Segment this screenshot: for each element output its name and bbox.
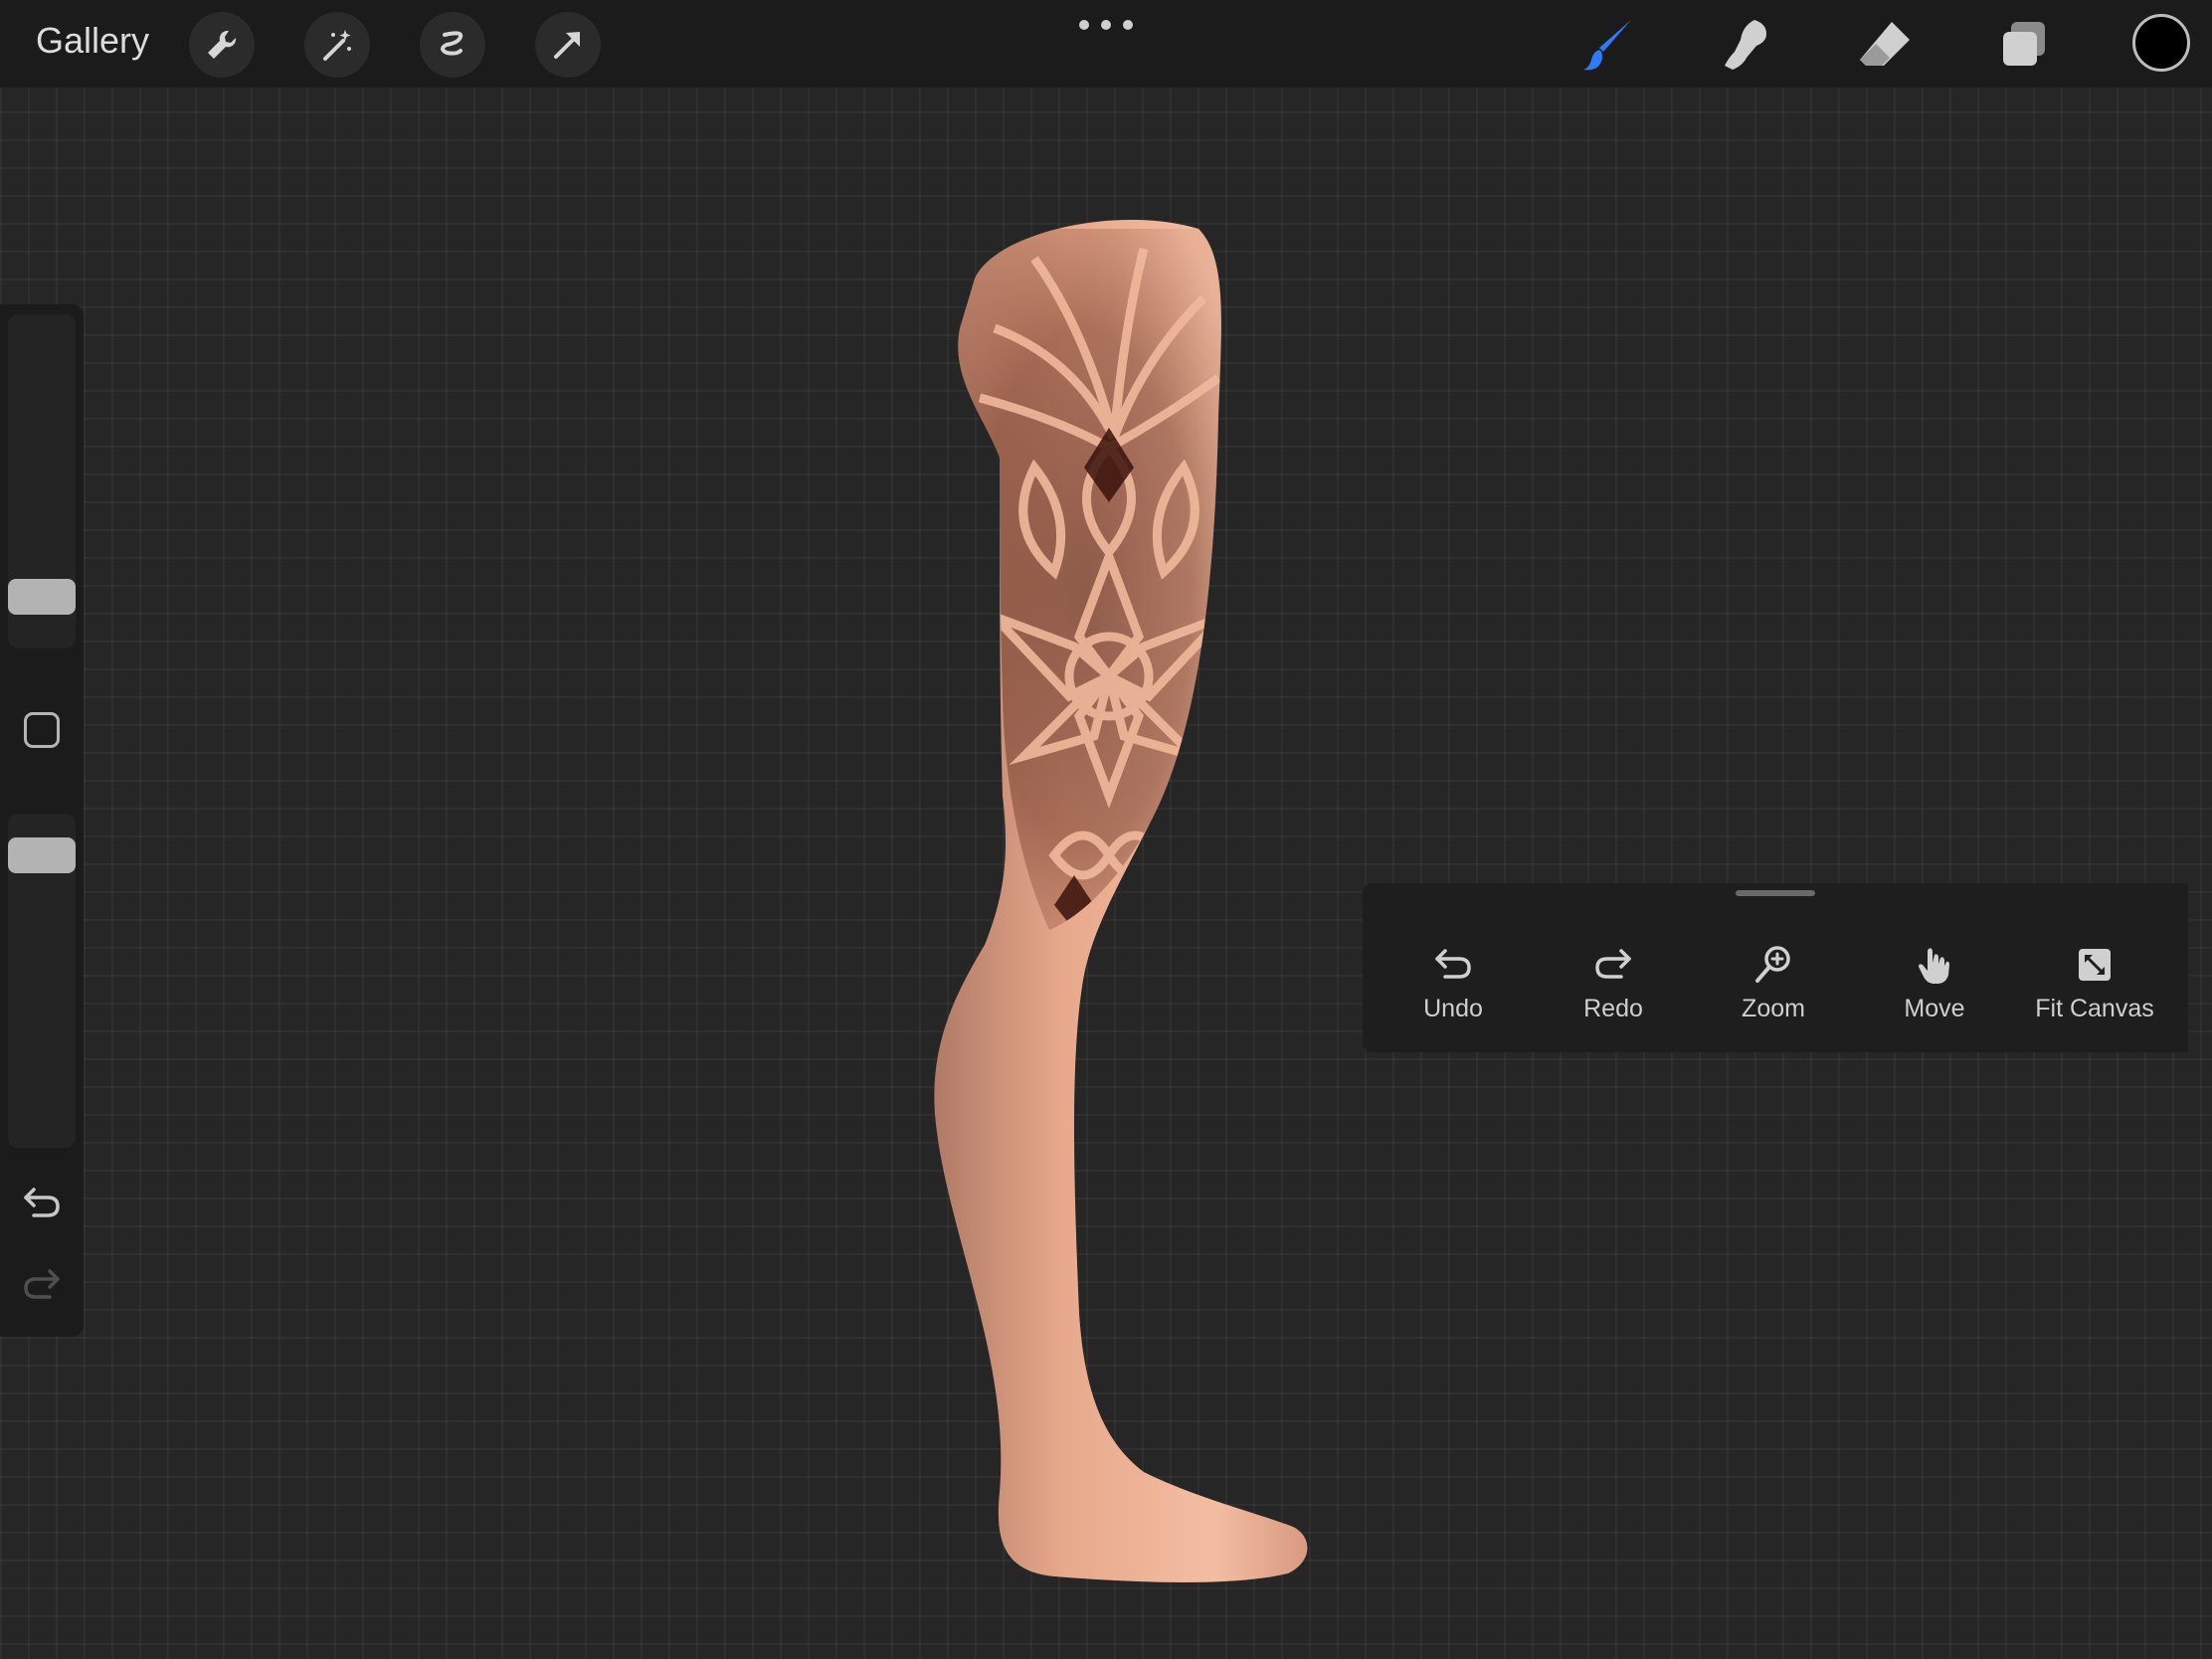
brush-size-slider[interactable] — [8, 314, 76, 648]
brush-tool-button[interactable] — [1577, 14, 1639, 76]
brush-size-thumb[interactable] — [8, 579, 76, 615]
fit-canvas-label: Fit Canvas — [2035, 995, 2154, 1022]
gallery-button[interactable]: Gallery — [36, 20, 149, 62]
adjustments-button[interactable] — [304, 12, 370, 78]
panel-grabber[interactable] — [1736, 890, 1815, 896]
canvas-artwork[interactable] — [0, 0, 2212, 1659]
fit-canvas-icon — [2079, 949, 2111, 981]
transform-arrow-icon — [554, 32, 580, 59]
left-sidebar — [0, 304, 84, 1337]
redo-label: Redo — [1583, 995, 1643, 1022]
layers-icon — [2003, 22, 2045, 66]
color-picker-button[interactable] — [2132, 14, 2190, 72]
move-button[interactable]: Move — [1860, 943, 2009, 1023]
zoom-icon — [1755, 946, 1790, 983]
zoom-button[interactable]: Zoom — [1699, 943, 1848, 1023]
move-label: Move — [1904, 995, 1965, 1022]
more-options-icon[interactable] — [1079, 18, 1133, 32]
fit-canvas-button[interactable]: Fit Canvas — [2020, 943, 2169, 1023]
undo-label: Undo — [1423, 995, 1483, 1022]
undo-icon[interactable] — [20, 1180, 64, 1223]
quick-actions-panel: Undo Redo Zoom Move Fit Canvas — [1363, 883, 2188, 1052]
eraser-icon — [1860, 22, 1910, 66]
opacity-slider[interactable] — [8, 814, 76, 1148]
smudge-tool-button[interactable] — [1715, 14, 1776, 76]
selection-icon — [441, 31, 463, 56]
selection-button[interactable] — [420, 12, 485, 78]
eraser-tool-button[interactable] — [1854, 14, 1916, 76]
top-toolbar: Gallery — [0, 0, 2212, 88]
opacity-thumb[interactable] — [8, 837, 76, 873]
layers-button[interactable] — [1993, 14, 2055, 76]
brush-icon — [1583, 20, 1631, 71]
modify-button[interactable] — [24, 712, 60, 748]
actions-button[interactable] — [189, 12, 255, 78]
zoom-label: Zoom — [1742, 995, 1805, 1022]
undo-button[interactable]: Undo — [1379, 943, 1528, 1023]
transform-button[interactable] — [535, 12, 601, 78]
redo-button[interactable]: Redo — [1539, 943, 1688, 1023]
redo-icon[interactable] — [20, 1261, 64, 1305]
undo-icon — [1435, 949, 1471, 979]
hand-icon — [1919, 948, 1949, 984]
wrench-icon — [208, 30, 237, 59]
mandala-tattoo — [958, 229, 1221, 930]
redo-icon — [1595, 949, 1631, 979]
magic-wand-icon — [323, 30, 351, 61]
smudge-icon — [1725, 20, 1766, 70]
